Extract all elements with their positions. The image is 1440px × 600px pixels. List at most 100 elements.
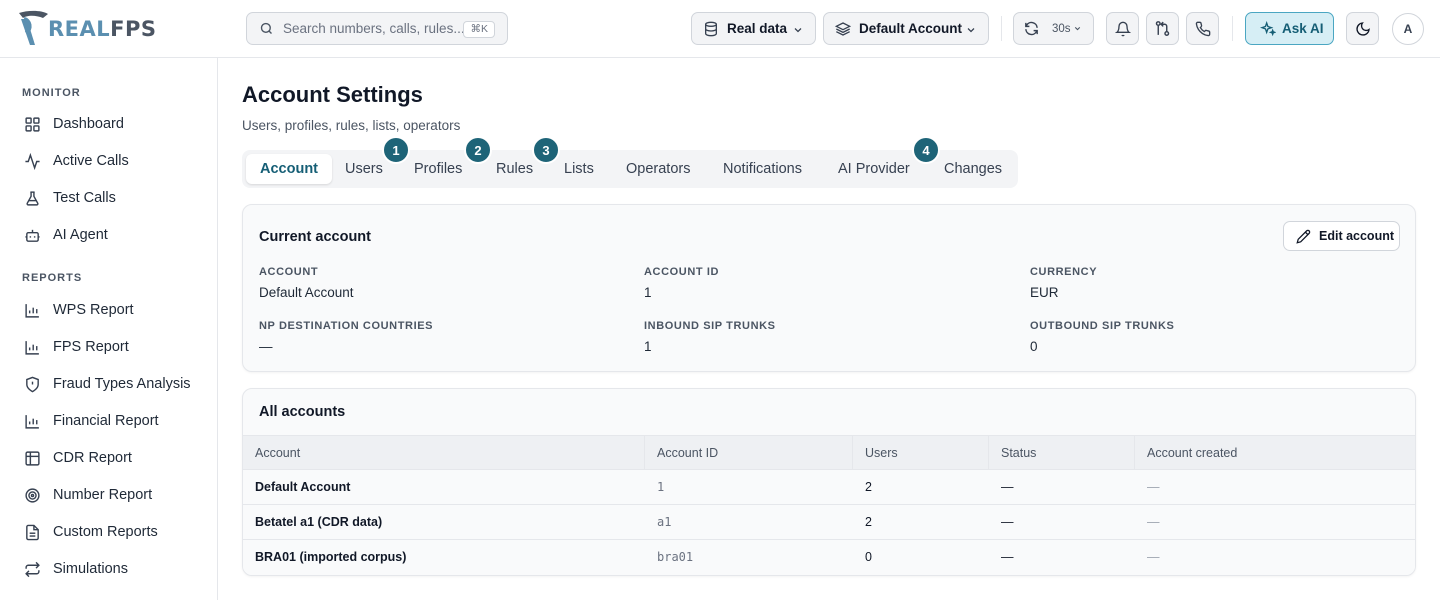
phone-button[interactable] <box>1186 12 1219 45</box>
git-compare-button[interactable] <box>1146 12 1179 45</box>
refresh-icon <box>1025 21 1038 36</box>
pencil-icon <box>1296 229 1311 244</box>
page-subtitle: Users, profiles, rules, lists, operators <box>242 118 461 133</box>
sidebar-item-label: Simulations <box>53 561 128 577</box>
sidebar-item-dashboard[interactable]: Dashboard <box>22 109 202 139</box>
sidebar-item-financial-report[interactable]: Financial Report <box>22 406 202 436</box>
cell-account-id: 1 <box>657 480 665 494</box>
cell-users: 2 <box>865 480 872 494</box>
tab-notifications[interactable]: Notifications <box>709 154 816 184</box>
column-header-account[interactable]: Account <box>255 446 300 460</box>
sidebar-item-label: FPS Report <box>53 339 129 355</box>
sidebar-item-wps-report[interactable]: WPS Report <box>22 295 202 325</box>
sidebar-item-label: Active Calls <box>53 153 129 169</box>
cell-users: 0 <box>865 550 872 564</box>
tab-ai-provider[interactable]: AI Provider <box>824 154 924 184</box>
flask-icon <box>22 188 42 208</box>
cell-status: — <box>1001 480 1014 494</box>
field-label-account-id: ACCOUNT ID <box>644 266 720 278</box>
sidebar-item-label: Dashboard <box>53 116 124 132</box>
account-select-label: Default Account <box>859 21 963 36</box>
search-input[interactable]: Search numbers, calls, rules... ⌘K <box>246 12 508 45</box>
target-icon <box>22 485 42 505</box>
tab-changes[interactable]: Changes <box>930 154 1016 184</box>
logo[interactable]: REALFPS <box>16 9 157 49</box>
activity-icon <box>22 151 42 171</box>
sidebar-item-fps-report[interactable]: FPS Report <box>22 332 202 362</box>
sidebar: MONITOR Dashboard Active Calls Test Call… <box>0 58 218 600</box>
sidebar-item-active-calls[interactable]: Active Calls <box>22 146 202 176</box>
bar-chart-icon <box>22 337 42 357</box>
bar-chart-icon <box>22 411 42 431</box>
divider <box>1232 16 1233 41</box>
field-label-outbound-trunks: OUTBOUND SIP TRUNKS <box>1030 320 1175 332</box>
shield-alert-icon <box>22 374 42 394</box>
table-row[interactable]: BRA01 (imported corpus) bra01 0 — — <box>243 540 1415 575</box>
cell-account-created: — <box>1147 550 1160 564</box>
theme-toggle-button[interactable] <box>1346 12 1379 45</box>
search-placeholder: Search numbers, calls, rules... <box>283 21 465 36</box>
sidebar-item-fraud-types-analysis[interactable]: Fraud Types Analysis <box>22 369 202 399</box>
cell-account-created: — <box>1147 515 1160 529</box>
refresh-interval-value: 30s <box>1052 22 1071 35</box>
table-header: Account Account ID Users Status Account … <box>243 435 1415 471</box>
bar-chart-icon <box>22 300 42 320</box>
data-source-select[interactable]: Real data <box>691 12 816 45</box>
notifications-button[interactable] <box>1106 12 1139 45</box>
account-select[interactable]: Default Account <box>823 12 989 45</box>
cell-account-id: bra01 <box>657 550 694 564</box>
sidebar-item-label: Financial Report <box>53 413 159 429</box>
edit-account-button[interactable]: Edit account <box>1283 221 1400 251</box>
grid-icon <box>22 114 42 134</box>
repeat-icon <box>22 559 42 579</box>
sidebar-item-label: CDR Report <box>53 450 132 466</box>
column-divider <box>1134 436 1135 471</box>
database-icon <box>705 21 717 36</box>
sidebar-item-cdr-report[interactable]: CDR Report <box>22 443 202 473</box>
chevron-down-icon <box>794 28 802 33</box>
bot-icon <box>22 225 42 245</box>
sidebar-item-label: WPS Report <box>53 302 134 318</box>
sidebar-item-ai-agent[interactable]: AI Agent <box>22 220 202 250</box>
sidebar-item-simulations[interactable]: Simulations <box>22 554 202 584</box>
refresh-interval-button[interactable]: 30s <box>1013 12 1094 45</box>
table-row[interactable]: Betatel a1 (CDR data) a1 2 — — <box>243 505 1415 540</box>
search-shortcut: ⌘K <box>463 21 495 38</box>
settings-tabs: Account Users Profiles Rules Lists Opera… <box>242 150 1018 188</box>
table-icon <box>22 448 42 468</box>
layers-icon <box>835 21 851 36</box>
column-header-users[interactable]: Users <box>865 446 898 460</box>
page-title: Account Settings <box>242 82 423 107</box>
tab-lists[interactable]: Lists <box>550 154 608 184</box>
column-header-account-created[interactable]: Account created <box>1147 446 1237 460</box>
field-label-np-destination: NP DESTINATION COUNTRIES <box>259 320 434 332</box>
all-accounts-card: All accounts Account Account ID Users St… <box>242 388 1416 576</box>
sidebar-item-test-calls[interactable]: Test Calls <box>22 183 202 213</box>
sidebar-section-monitor: MONITOR <box>22 87 81 99</box>
tab-profiles[interactable]: Profiles <box>400 154 476 184</box>
sidebar-section-reports: REPORTS <box>22 272 83 284</box>
column-divider <box>988 436 989 471</box>
sidebar-item-number-report[interactable]: Number Report <box>22 480 202 510</box>
avatar[interactable]: A <box>1392 13 1424 45</box>
cell-account-created: — <box>1147 480 1160 494</box>
logo-mark-icon <box>19 10 48 45</box>
column-header-account-id[interactable]: Account ID <box>657 446 718 460</box>
ask-ai-button[interactable]: Ask AI <box>1245 12 1334 45</box>
field-value-currency: EUR <box>1030 285 1059 300</box>
cell-account: BRA01 (imported corpus) <box>255 550 407 564</box>
ask-ai-label: Ask AI <box>1282 21 1324 36</box>
tab-operators[interactable]: Operators <box>612 154 704 184</box>
sparkles-icon <box>1260 20 1276 36</box>
logo-text-fps: FPS <box>110 17 157 41</box>
sidebar-item-custom-reports[interactable]: Custom Reports <box>22 517 202 547</box>
top-bar: REALFPS Search numbers, calls, rules... … <box>0 0 1440 58</box>
column-header-status[interactable]: Status <box>1001 446 1036 460</box>
sidebar-item-label: AI Agent <box>53 227 108 243</box>
table-row[interactable]: Default Account 1 2 — — <box>243 470 1415 505</box>
edit-account-label: Edit account <box>1319 229 1395 243</box>
cell-status: — <box>1001 550 1014 564</box>
tab-account[interactable]: Account <box>246 154 332 184</box>
step-badge: 4 <box>912 136 940 164</box>
search-icon <box>260 22 272 34</box>
